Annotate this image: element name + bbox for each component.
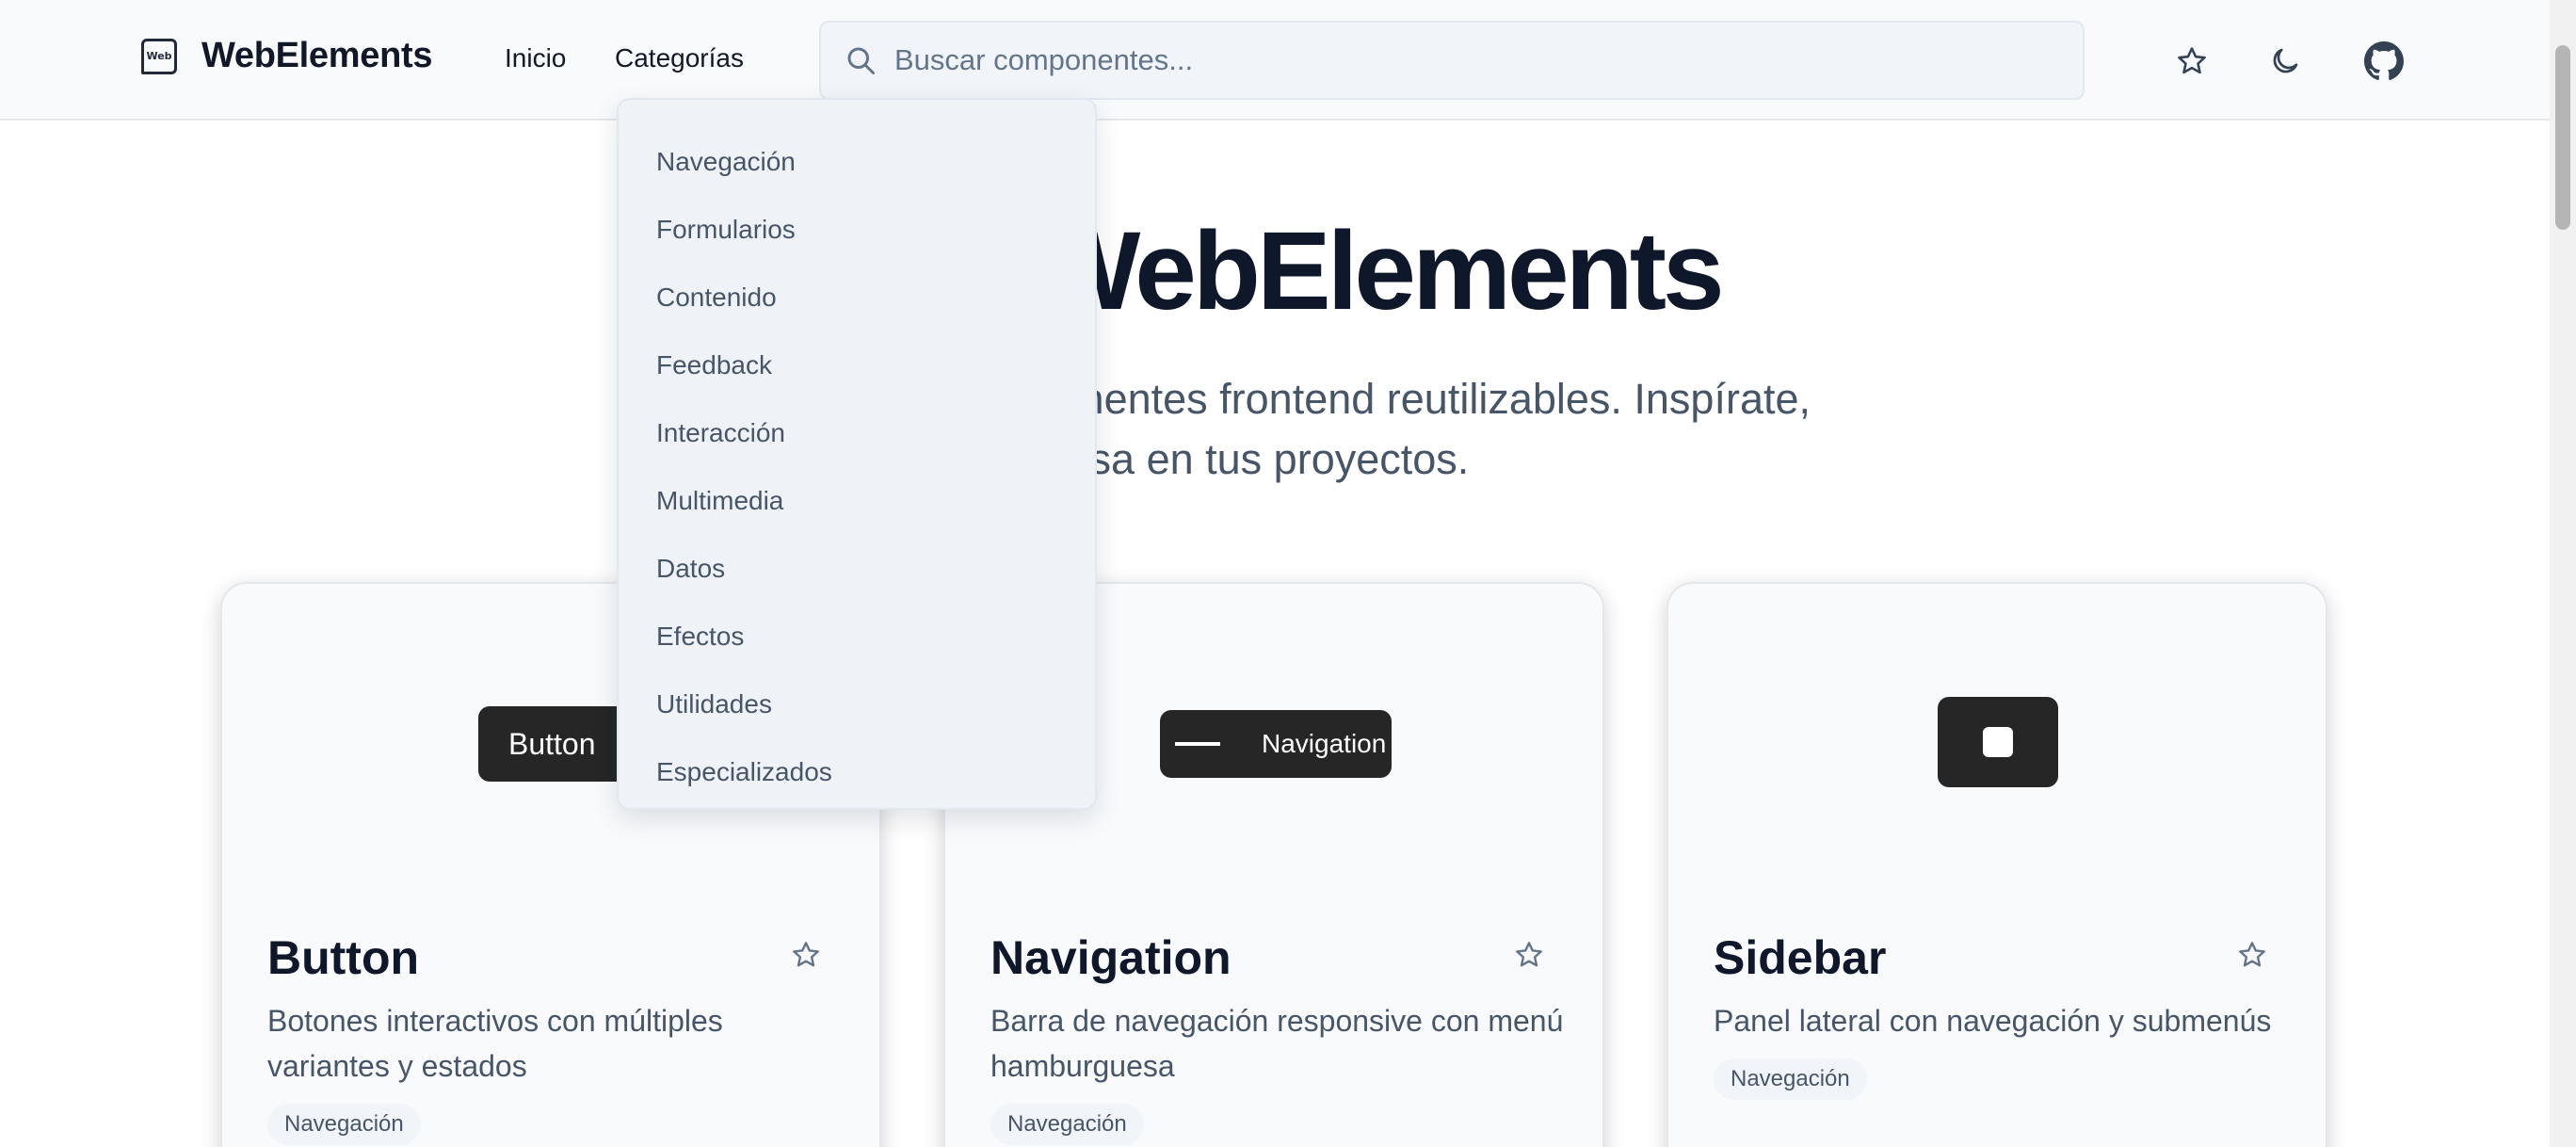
button-preview: Button [478, 706, 638, 782]
github-icon [2364, 41, 2404, 80]
category-item-formularios[interactable]: Formularios [619, 196, 1095, 264]
favorites-button[interactable] [2168, 38, 2215, 85]
category-item-datos[interactable]: Datos [619, 535, 1095, 603]
card-title: Sidebar [1714, 931, 1887, 984]
scrollbar-thumb[interactable] [2555, 45, 2570, 230]
card-description: Botones interactivos con múltiples varia… [267, 1004, 723, 1083]
favorite-star-icon[interactable] [791, 940, 821, 970]
categories-list: Navegación Formularios Contenido Feedbac… [619, 100, 1095, 806]
navigation-preview-label: Navigation [1262, 729, 1387, 758]
category-item-interaccion[interactable]: Interacción [619, 399, 1095, 467]
star-icon [2178, 47, 2206, 74]
page-scrollbar[interactable] [2550, 0, 2576, 1147]
category-tag: Navegación [1714, 1058, 1867, 1100]
nav-link-home[interactable]: Inicio [505, 43, 566, 73]
category-item-feedback[interactable]: Feedback [619, 331, 1095, 399]
categories-dropdown: Navegación Formularios Contenido Feedbac… [617, 98, 1097, 810]
sidebar-preview [1938, 697, 2058, 787]
card-title: Navigation [990, 931, 1232, 984]
category-item-navegacion[interactable]: Navegación [619, 128, 1095, 196]
category-item-especializados[interactable]: Especializados [619, 738, 1095, 806]
github-link[interactable] [2360, 38, 2407, 85]
hero-subtitle: mponentes frontend reutilizables. Inspír… [998, 369, 1996, 490]
nav-link-categories[interactable]: Categorías [615, 43, 744, 73]
card-description: Barra de navegación responsive con menú … [990, 1004, 1564, 1083]
search-bar[interactable] [819, 21, 2085, 100]
brand-logo-icon: Web [141, 38, 177, 74]
category-tag: Navegación [267, 1104, 421, 1145]
category-tag: Navegación [990, 1104, 1144, 1145]
brand-name: WebElements [201, 36, 433, 75]
top-navbar: Web WebElements Inicio Categorías [0, 0, 2550, 121]
search-input[interactable] [894, 43, 2083, 77]
brand-link[interactable]: Web WebElements [141, 36, 432, 76]
card-description: Panel lateral con navegación y submenús [1714, 1004, 2272, 1038]
category-item-utilidades[interactable]: Utilidades [619, 670, 1095, 738]
component-card-sidebar[interactable]: Sidebar Panel lateral con navegación y s… [1666, 582, 2327, 1147]
theme-toggle-button[interactable] [2262, 38, 2309, 85]
favorite-star-icon[interactable] [1514, 940, 1544, 970]
favorite-star-icon[interactable] [2237, 940, 2267, 970]
hero-subtitle-line-1: mponentes frontend reutilizables. Inspír… [998, 375, 1811, 423]
hamburger-bar-icon [1175, 742, 1220, 746]
category-item-contenido[interactable]: Contenido [619, 264, 1095, 331]
moon-icon [2273, 48, 2298, 73]
category-item-multimedia[interactable]: Multimedia [619, 467, 1095, 535]
square-icon [1983, 727, 2013, 757]
hero-title: WebElements [1036, 209, 1725, 333]
navigation-preview: Navigation [1160, 710, 1392, 778]
card-title: Button [267, 931, 420, 984]
category-item-efectos[interactable]: Efectos [619, 603, 1095, 670]
search-icon [847, 47, 875, 74]
